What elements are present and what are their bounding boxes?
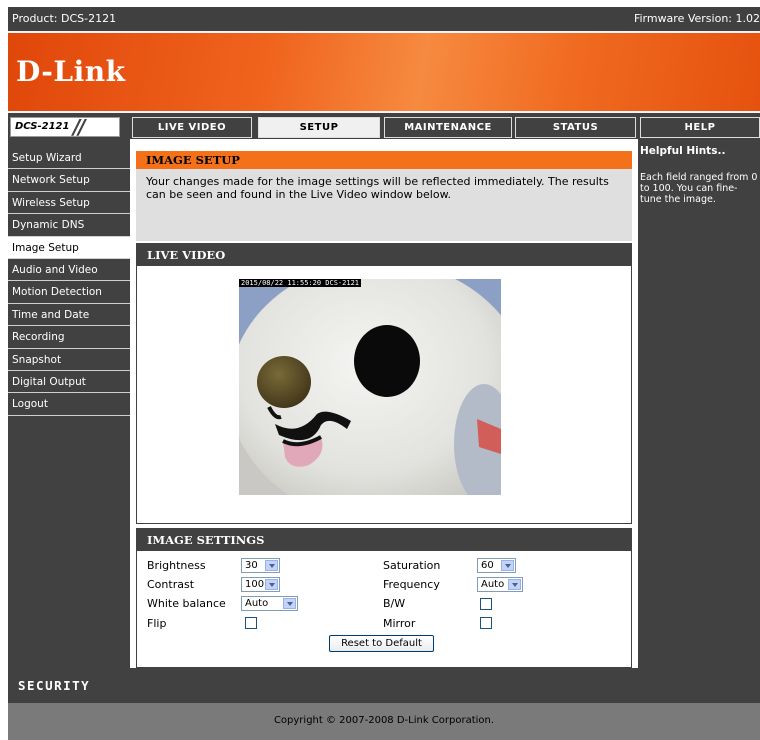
live-video-stream[interactable]: 2015/08/22 11:55:20 DCS-2121 [239,279,501,495]
product-label: Product: DCS-2121 [12,12,117,25]
sidebar-item-wireless-setup[interactable]: Wireless Setup [8,192,130,215]
chevron-down-icon [265,560,278,571]
mirror-checkbox[interactable] [480,617,492,629]
footer-bar: SECURITY [8,668,760,703]
flip-label: Flip [147,617,167,630]
bw-checkbox[interactable] [480,598,492,610]
live-video-title: LIVE VIDEO [137,244,631,266]
sidebar-item-logout[interactable]: Logout [8,393,130,416]
brightness-label: Brightness [147,559,206,572]
help-title: Helpful Hints.. [640,145,726,157]
copyright: Copyright © 2007-2008 D-Link Corporation… [8,703,760,740]
model-name: DCS-2121 [15,121,70,132]
frequency-label: Frequency [383,578,440,591]
help-panel: Helpful Hints.. Each field ranged from 0… [638,139,760,668]
tab-live-video[interactable]: LIVE VIDEO [132,117,252,138]
top-bar: Product: DCS-2121 Firmware Version: 1.02 [8,7,760,31]
sidebar-item-digital-output[interactable]: Digital Output [8,371,130,394]
tab-maintenance[interactable]: MAINTENANCE [384,117,512,138]
chevron-down-icon [265,579,278,590]
brand-banner: D-Link [8,31,760,113]
chevron-down-icon [283,598,296,609]
dlink-logo: D-Link [16,55,126,88]
chevron-down-icon [501,560,514,571]
image-setup-panel: IMAGE SETUP Your changes made for the im… [136,151,632,241]
page: Product: DCS-2121 Firmware Version: 1.02… [8,7,760,740]
chevron-down-icon [508,579,521,590]
white-balance-value: Auto [245,598,269,609]
contrast-label: Contrast [147,578,195,591]
camera-snapshot-image [239,279,501,495]
sidebar-item-audio-and-video[interactable]: Audio and Video [8,259,130,282]
reset-to-default-button[interactable]: Reset to Default [329,635,434,652]
security-wordmark: SECURITY [18,678,91,693]
video-timestamp: 2015/08/22 11:55:20 DCS-2121 [239,279,362,287]
contrast-select[interactable]: 100 [241,577,280,592]
live-video-panel: LIVE VIDEO 2015/08/22 11:55:20 DCS-2121 [136,243,632,524]
saturation-label: Saturation [383,559,441,572]
sidebar-item-recording[interactable]: Recording [8,326,130,349]
image-setup-title: IMAGE SETUP [136,151,632,169]
sidebar-item-network-setup[interactable]: Network Setup [8,169,130,192]
saturation-select[interactable]: 60 [477,558,516,573]
sidebar-item-motion-detection[interactable]: Motion Detection [8,281,130,304]
nav-tab-row: DCS-2121 // LIVE VIDEO SETUP MAINTENANCE… [8,115,760,139]
flip-checkbox[interactable] [245,617,257,629]
frequency-select[interactable]: Auto [477,577,523,592]
tab-status[interactable]: STATUS [515,117,636,138]
brightness-select[interactable]: 30 [241,558,280,573]
help-text: Each field ranged from 0 to 100. You can… [640,172,758,205]
model-slashes: // [73,115,86,139]
sidebar-item-image-setup[interactable]: Image Setup [8,236,130,259]
sidebar-item-time-and-date[interactable]: Time and Date [8,304,130,327]
tab-help[interactable]: HELP [640,117,760,138]
tab-setup[interactable]: SETUP [258,117,380,138]
sidebar-item-snapshot[interactable]: Snapshot [8,349,130,371]
firmware-version: Firmware Version: 1.02 [633,12,760,25]
saturation-value: 60 [481,560,494,571]
image-setup-description: Your changes made for the image settings… [146,175,609,201]
white-balance-label: White balance [147,597,226,610]
sidebar-item-setup-wizard[interactable]: Setup Wizard [8,147,130,170]
white-balance-select[interactable]: Auto [241,596,298,611]
image-settings-panel: IMAGE SETTINGS Brightness 30 Contrast 10… [136,528,632,668]
model-badge: DCS-2121 // [10,115,120,139]
frequency-value: Auto [481,579,505,590]
main-content: IMAGE SETUP Your changes made for the im… [130,139,638,668]
mirror-label: Mirror [383,617,416,630]
sidebar: Setup Wizard Network Setup Wireless Setu… [8,147,130,416]
contrast-value: 100 [245,579,265,590]
sidebar-item-dynamic-dns[interactable]: Dynamic DNS [8,214,130,237]
image-settings-title: IMAGE SETTINGS [137,529,631,551]
brightness-value: 30 [245,560,258,571]
bw-label: B/W [383,597,406,610]
